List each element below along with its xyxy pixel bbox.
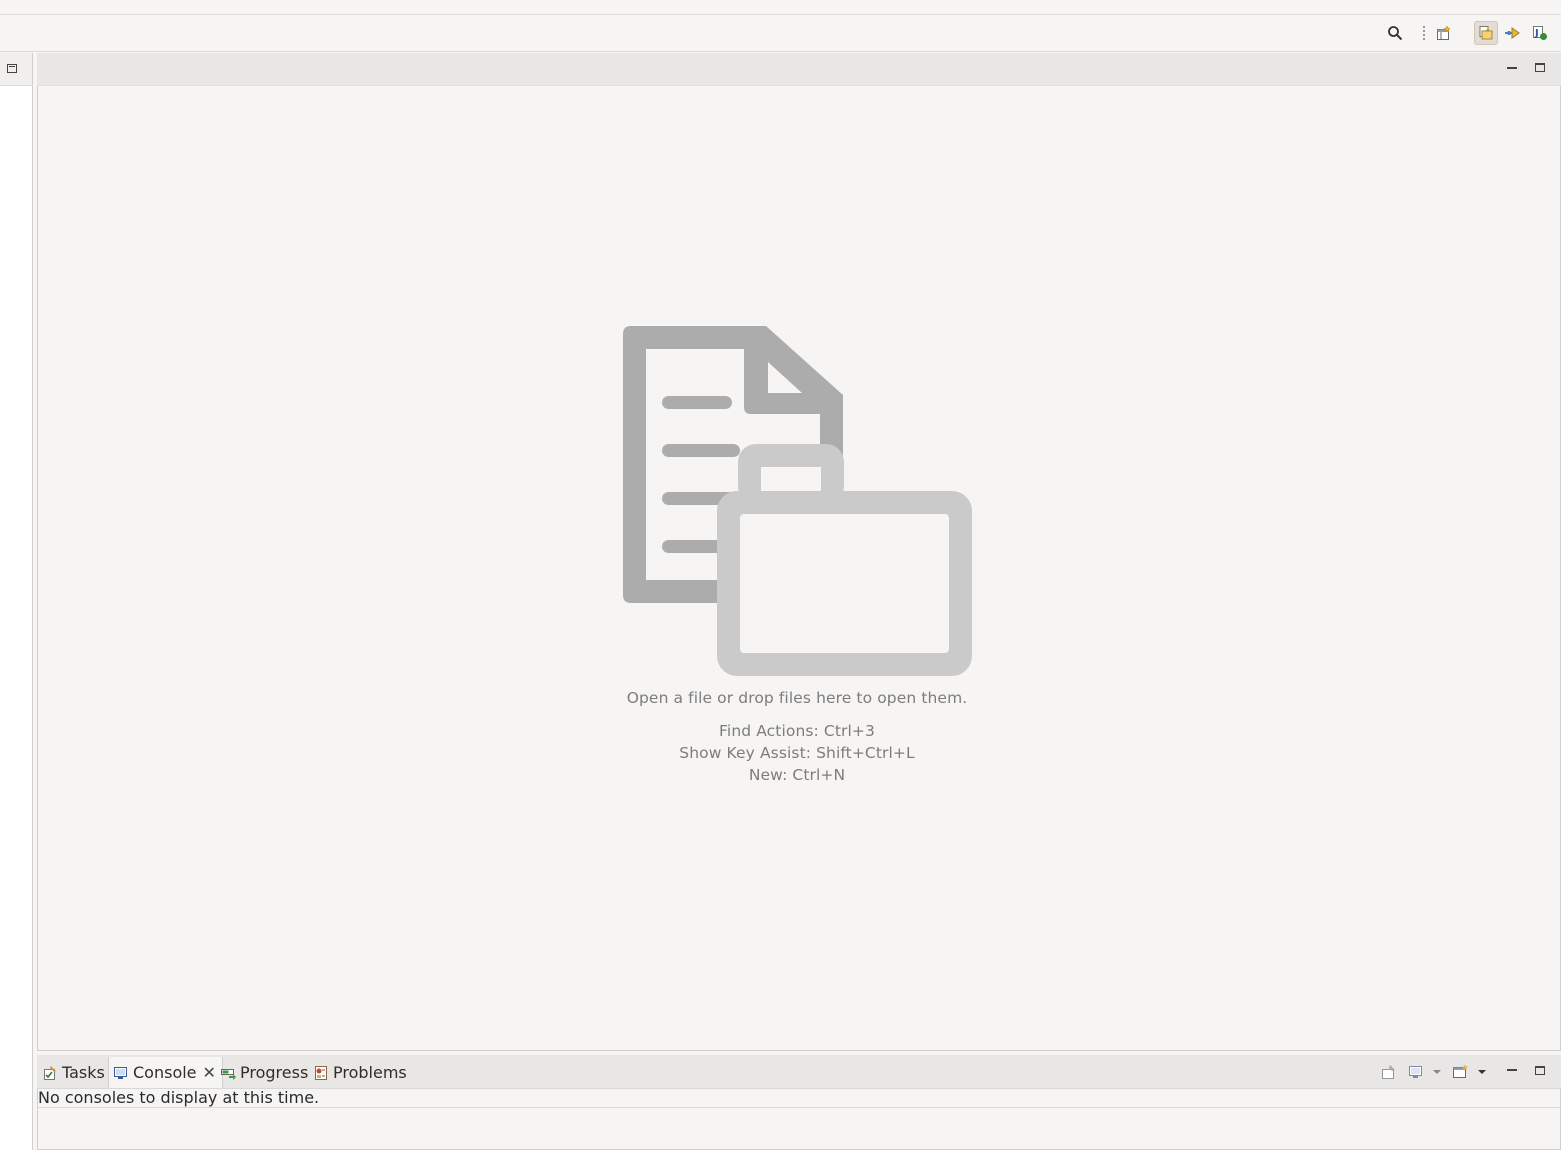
tab-problems-label: Problems <box>333 1063 407 1082</box>
svg-text:J: J <box>1534 28 1539 39</box>
java-perspective-icon[interactable]: J <box>1529 22 1551 44</box>
maximize-icon[interactable] <box>1535 63 1545 72</box>
pin-console-icon[interactable] <box>1381 1063 1397 1081</box>
chevron-down-icon[interactable] <box>1432 1063 1442 1081</box>
tab-tasks-label: Tasks <box>62 1063 105 1082</box>
hint-new: New: Ctrl+N <box>748 766 846 784</box>
minimize-icon[interactable] <box>1507 1069 1517 1071</box>
editor-empty-message: Open a file or drop files here to open t… <box>626 689 968 707</box>
tasks-icon <box>42 1065 58 1081</box>
menu-bar <box>0 0 1561 15</box>
hint-find-actions: Find Actions: Ctrl+3 <box>719 722 875 740</box>
left-trim-toolbar <box>0 53 33 86</box>
chevron-down-icon[interactable] <box>1477 1063 1487 1081</box>
open-console-icon[interactable] <box>1452 1063 1470 1081</box>
close-icon[interactable]: ✕ <box>203 1063 216 1082</box>
problems-icon <box>313 1065 329 1081</box>
console-icon <box>113 1065 129 1081</box>
progress-icon <box>220 1065 236 1081</box>
tab-tasks[interactable]: Tasks <box>42 1057 105 1088</box>
display-console-icon[interactable] <box>1408 1063 1424 1081</box>
left-trim-stack <box>0 53 33 1150</box>
tab-progress-label: Progress <box>240 1063 309 1082</box>
main-toolbar: J <box>0 16 1561 52</box>
tab-console[interactable]: Console ✕ <box>108 1057 223 1088</box>
tab-problems[interactable]: Problems <box>313 1057 407 1088</box>
toolbar-separator <box>1423 26 1425 42</box>
open-perspective-icon[interactable] <box>1433 22 1455 44</box>
empty-editor-illustration <box>620 322 980 686</box>
minimize-icon[interactable] <box>1507 67 1517 69</box>
maximize-icon[interactable] <box>1535 1066 1545 1075</box>
console-message: No consoles to display at this time. <box>38 1088 320 1107</box>
debug-perspective-icon[interactable] <box>1502 22 1524 44</box>
editor-tab-bar <box>37 53 1561 86</box>
divider <box>38 1107 1561 1108</box>
tab-console-label: Console <box>133 1063 197 1082</box>
restore-icon[interactable] <box>7 64 17 73</box>
search-icon[interactable] <box>1384 22 1406 44</box>
tab-progress[interactable]: Progress <box>220 1057 308 1088</box>
hint-key-assist: Show Key Assist: Shift+Ctrl+L <box>679 744 915 762</box>
resource-perspective-icon[interactable] <box>1474 21 1498 45</box>
